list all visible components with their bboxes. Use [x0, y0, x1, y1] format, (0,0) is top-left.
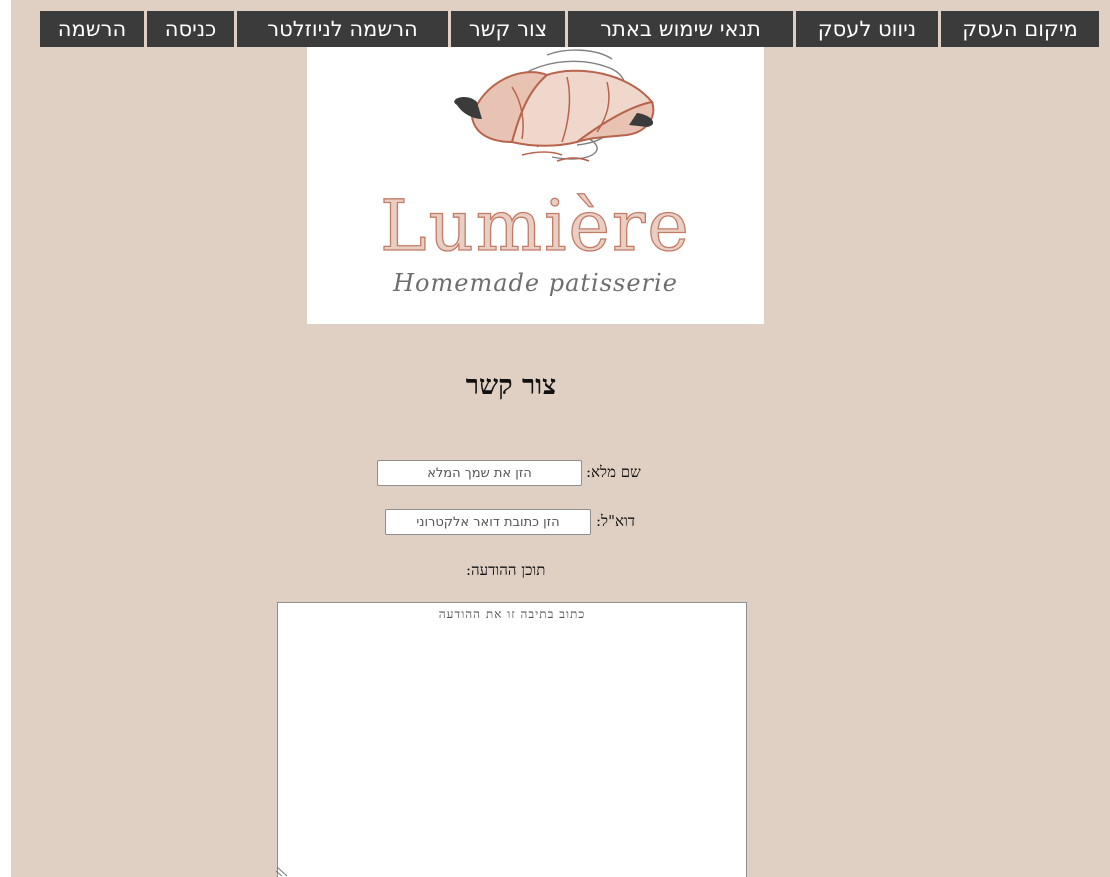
nav-item-location[interactable]: מיקום העסק	[941, 11, 1099, 47]
full-name-input[interactable]	[377, 460, 582, 486]
nav-item-terms[interactable]: תנאי שימוש באתר	[568, 11, 793, 47]
page-title: צור קשר	[465, 370, 557, 401]
nav-item-contact[interactable]: צור קשר	[451, 11, 565, 47]
page: מיקום העסק ניווט לעסק תנאי שימוש באתר צו…	[11, 0, 1110, 877]
nav-item-register[interactable]: הרשמה	[40, 11, 144, 47]
logo-wordmark: Lumière	[380, 184, 691, 267]
message-label: תוכן ההודעה:	[466, 561, 546, 579]
resize-handle-icon[interactable]	[275, 866, 289, 877]
message-textarea[interactable]	[277, 602, 747, 877]
email-label: דוא"ל:	[596, 512, 636, 530]
nav-item-newsletter[interactable]: הרשמה לניוזלטר	[237, 11, 448, 47]
nav-item-login[interactable]: כניסה	[147, 11, 234, 47]
logo-tagline: Homemade patisserie	[393, 269, 678, 297]
full-name-label: שם מלא:	[586, 463, 641, 481]
email-input[interactable]	[385, 509, 591, 535]
logo: Lumière Homemade patisserie	[307, 47, 764, 324]
nav-item-directions[interactable]: ניווט לעסק	[796, 11, 938, 47]
